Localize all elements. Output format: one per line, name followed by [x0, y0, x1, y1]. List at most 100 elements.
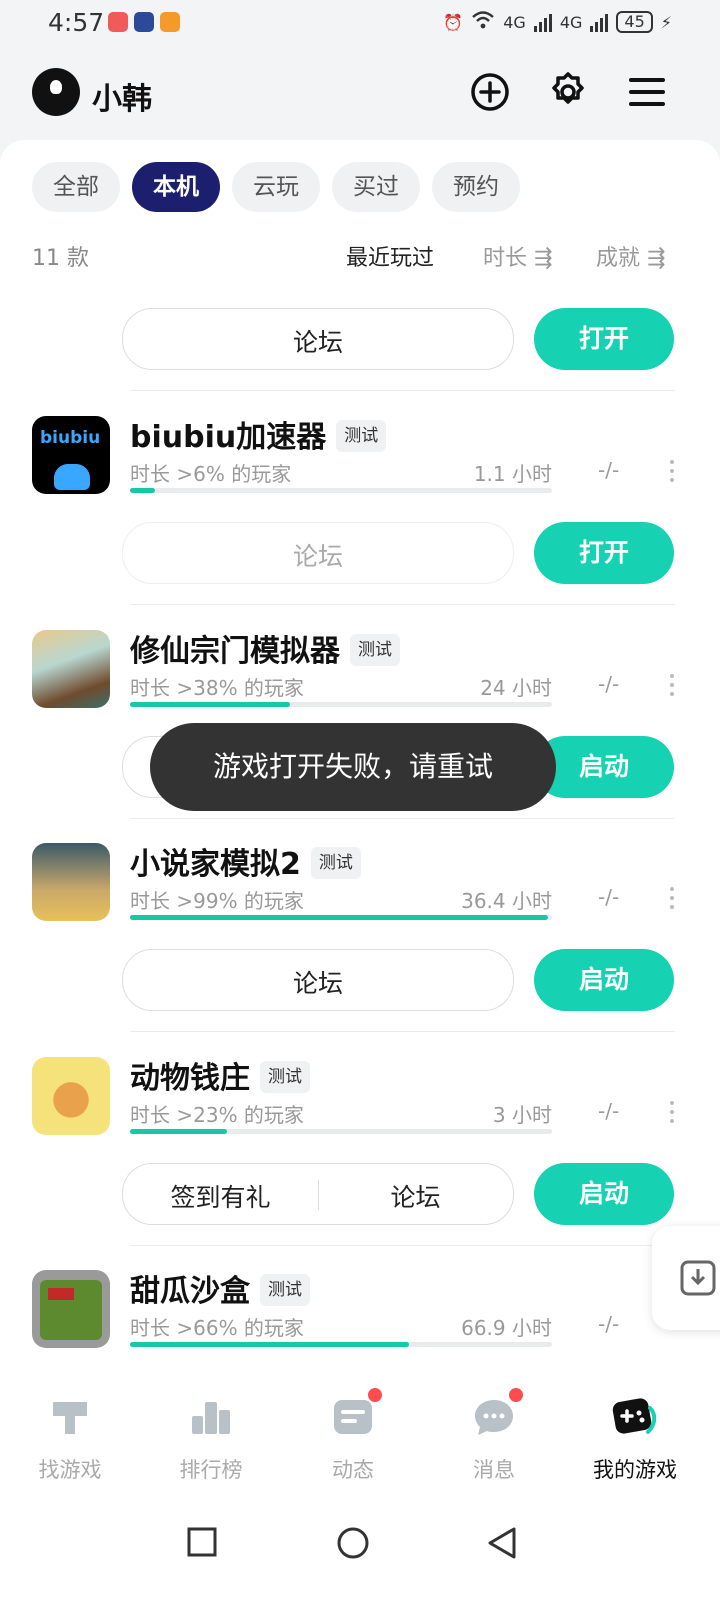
achievement-count: -/- — [598, 672, 620, 696]
message-icon — [471, 1386, 525, 1440]
square-icon — [187, 1527, 217, 1557]
forum-button[interactable]: 论坛 — [122, 949, 514, 1011]
notification-dot — [507, 1386, 525, 1404]
card-actions: 签到有礼 论坛 启动 — [0, 1163, 720, 1233]
status-notification-icons — [108, 12, 180, 32]
nav-rankings[interactable]: 排行榜 — [141, 1394, 281, 1484]
list-item[interactable]: biubiu biubiu加速器 测试 时长 >6% 的玩家 1.1 小时 -/- — [0, 416, 720, 526]
play-hours: 1.1 小时 — [473, 462, 552, 486]
forum-button[interactable]: 论坛 — [318, 1178, 513, 1214]
feed-icon — [330, 1386, 384, 1440]
playtime-progress — [130, 702, 552, 707]
bottom-navigation: 找游戏 排行榜 动态 消息 我的游戏 — [0, 1380, 720, 1500]
checkin-gift-button[interactable]: 签到有礼 — [123, 1178, 318, 1214]
sort-duration[interactable]: 时长 ⇶ — [483, 240, 552, 272]
forum-button[interactable]: 论坛 — [122, 522, 514, 584]
achievement-count: -/- — [598, 1099, 620, 1123]
filter-tabs: 全部 本机 云玩 买过 预约 — [32, 162, 520, 212]
wifi-icon — [471, 10, 495, 34]
circle-icon — [337, 1527, 369, 1559]
play-percentile: 时长 >6% 的玩家 — [130, 462, 292, 486]
playtime-progress — [130, 1342, 552, 1347]
download-floating-button[interactable] — [652, 1226, 720, 1330]
tab-cloud[interactable]: 云玩 — [232, 162, 320, 212]
nav-messages[interactable]: 消息 — [424, 1386, 564, 1484]
play-percentile: 时长 >99% 的玩家 — [130, 889, 304, 913]
card-actions: 论坛 启动 — [0, 949, 720, 1019]
rankings-icon — [188, 1394, 234, 1440]
more-options-icon[interactable] — [668, 460, 676, 482]
game-title: biubiu加速器 测试 — [130, 412, 387, 456]
divider — [130, 604, 675, 605]
hamburger-menu-icon — [629, 78, 665, 106]
tab-purchased[interactable]: 买过 — [332, 162, 420, 212]
gamepad-icon — [612, 1394, 658, 1440]
menu-button[interactable] — [623, 68, 671, 116]
nav-my-games[interactable]: 我的游戏 — [565, 1394, 705, 1484]
tab-local[interactable]: 本机 — [132, 162, 220, 212]
list-item[interactable]: 小说家模拟2 测试 时长 >99% 的玩家 36.4 小时 -/- — [0, 843, 720, 953]
notification-dot — [366, 1386, 384, 1404]
username[interactable]: 小韩 — [92, 74, 152, 118]
list-item[interactable]: 甜瓜沙盒 测试 时长 >66% 的玩家 66.9 小时 -/- — [0, 1270, 720, 1380]
beta-badge: 测试 — [350, 633, 400, 666]
sort-recent[interactable]: 最近玩过 — [346, 240, 434, 272]
triangle-back-icon — [488, 1527, 516, 1559]
forum-pill-group: 签到有礼 论坛 — [122, 1163, 514, 1225]
gear-icon — [552, 72, 584, 104]
forum-button[interactable]: 论坛 — [122, 308, 514, 370]
avatar[interactable] — [32, 68, 80, 116]
notification-video-icon — [160, 12, 180, 32]
game-cover-icon — [32, 1057, 110, 1135]
divider — [130, 390, 675, 391]
beta-badge: 测试 — [260, 1273, 310, 1306]
beta-badge: 测试 — [260, 1060, 310, 1093]
beta-badge: 测试 — [310, 846, 361, 879]
beta-badge: 测试 — [336, 419, 387, 452]
launch-button[interactable]: 启动 — [534, 1163, 674, 1225]
system-navigation-bar — [0, 1500, 720, 1600]
more-options-icon[interactable] — [668, 674, 676, 696]
launch-button[interactable]: 启动 — [534, 949, 674, 1011]
game-cover-icon — [32, 843, 110, 921]
charging-icon: ⚡ — [660, 12, 672, 32]
play-percentile: 时长 >23% 的玩家 — [130, 1103, 304, 1127]
tab-all[interactable]: 全部 — [32, 162, 120, 212]
divider — [130, 1245, 675, 1246]
game-title: 修仙宗门模拟器 测试 — [130, 626, 400, 670]
recent-apps-button[interactable] — [186, 1526, 218, 1562]
more-options-icon[interactable] — [668, 887, 676, 909]
achievement-count: -/- — [598, 458, 620, 482]
notification-app-icon — [108, 12, 128, 32]
add-game-button[interactable] — [466, 68, 514, 116]
game-cover-icon — [32, 630, 110, 708]
biubiu-app-icon: biubiu — [32, 416, 110, 494]
sort-achievement[interactable]: 成就 ⇶ — [596, 240, 665, 272]
home-button[interactable] — [336, 1526, 370, 1564]
open-button[interactable]: 打开 — [534, 522, 674, 584]
notification-robot-icon — [134, 12, 154, 32]
signal-2-label: 4G — [559, 12, 583, 32]
signal-2-icon — [590, 12, 609, 32]
play-percentile: 时长 >38% 的玩家 — [130, 676, 304, 700]
nav-feed[interactable]: 动态 — [283, 1386, 423, 1484]
play-hours: 24 小时 — [480, 676, 552, 700]
back-button[interactable] — [486, 1526, 518, 1564]
top-header: 小韩 — [0, 48, 720, 140]
nav-find-games[interactable]: 找游戏 — [0, 1394, 140, 1484]
game-title: 动物钱庄 测试 — [130, 1053, 310, 1097]
more-options-icon[interactable] — [668, 1101, 676, 1123]
game-cover-icon — [32, 1270, 110, 1348]
playtime-progress — [130, 915, 552, 920]
open-button[interactable]: 打开 — [534, 308, 674, 370]
play-hours: 3 小时 — [492, 1103, 552, 1127]
card-actions: 论坛 打开 — [0, 522, 720, 592]
settings-button[interactable] — [544, 68, 592, 116]
game-title: 甜瓜沙盒 测试 — [130, 1266, 310, 1310]
plus-circle-icon — [471, 73, 509, 111]
play-hours: 36.4 小时 — [461, 889, 552, 913]
list-item[interactable]: 动物钱庄 测试 时长 >23% 的玩家 3 小时 -/- — [0, 1057, 720, 1167]
signal-1-icon — [533, 12, 552, 32]
tab-reserved[interactable]: 预约 — [432, 162, 520, 212]
play-percentile: 时长 >66% 的玩家 — [130, 1316, 304, 1340]
